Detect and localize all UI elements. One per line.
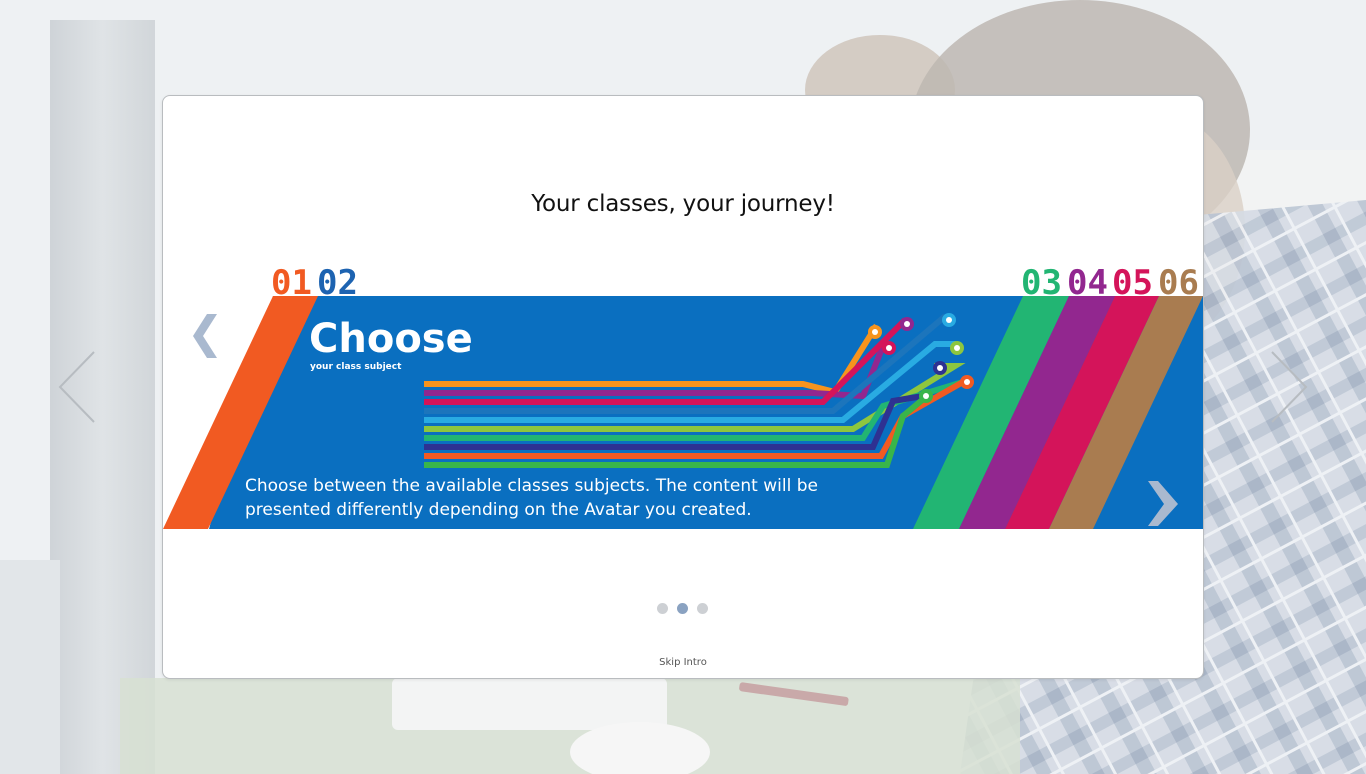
- chevron-left-bold-icon: [193, 314, 217, 358]
- step-number-03: 03: [1021, 263, 1062, 303]
- step-number-06: 06: [1158, 263, 1199, 303]
- intro-screen: Your classes, your journey! 01 02 03 04 …: [0, 0, 1366, 774]
- slide-description-line-2: presented differently depending on the A…: [245, 500, 752, 520]
- pagination-dot-3[interactable]: [697, 603, 708, 614]
- pagination-dot-2[interactable]: [677, 603, 688, 614]
- slide-prev-button[interactable]: [193, 314, 217, 358]
- chevron-left-thin-icon: [58, 351, 95, 423]
- slide-pagination: [653, 602, 713, 616]
- slide-title: Choose: [309, 316, 473, 362]
- intro-dialog: Your classes, your journey! 01 02 03 04 …: [162, 95, 1204, 679]
- pagination-dot-1[interactable]: [657, 603, 668, 614]
- step-number-02: 02: [317, 263, 358, 303]
- slide-banner: 01 02 03 04 05 06 Choose your class subj…: [163, 263, 1203, 529]
- step-number-01: 01: [271, 263, 312, 303]
- outer-prev-button[interactable]: [56, 350, 102, 424]
- step-number-04: 04: [1067, 263, 1108, 303]
- outer-next-button[interactable]: [1266, 350, 1312, 424]
- step-number-05: 05: [1112, 263, 1153, 303]
- slide-description-line-1: Choose between the available classes sub…: [245, 476, 818, 496]
- chevron-right-thin-icon: [1271, 351, 1308, 423]
- skip-intro-link[interactable]: Skip Intro: [163, 657, 1203, 668]
- slide-subtitle: your class subject: [310, 362, 402, 372]
- dialog-title: Your classes, your journey!: [531, 191, 835, 217]
